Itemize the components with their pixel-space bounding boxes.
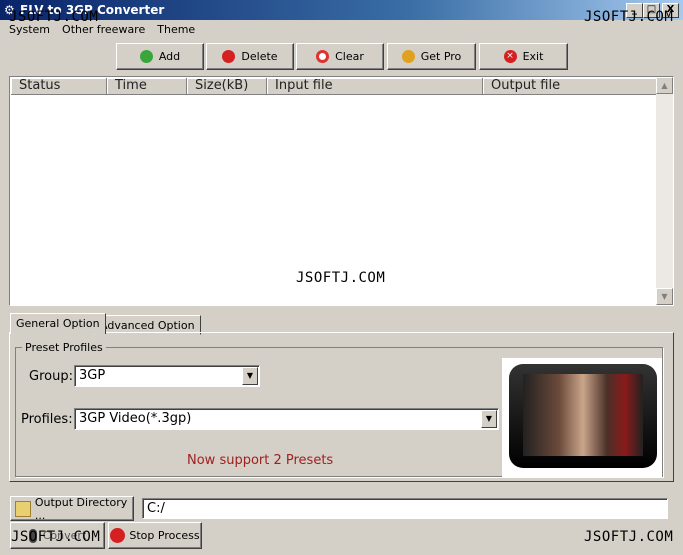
add-button[interactable]: Add xyxy=(116,43,204,70)
file-list[interactable]: Status Time Size(kB) Input file Output f… xyxy=(9,76,674,306)
clear-icon xyxy=(316,50,330,63)
group-title: Preset Profiles xyxy=(22,341,106,354)
chevron-down-icon[interactable]: ▼ xyxy=(242,367,258,385)
exit-button[interactable]: × Exit xyxy=(479,43,568,70)
profiles-label: Profiles: xyxy=(21,412,73,427)
tab-general-option[interactable]: General Option xyxy=(10,313,106,334)
add-icon xyxy=(139,50,153,63)
delete-icon xyxy=(222,50,236,63)
column-time[interactable]: Time xyxy=(107,78,187,95)
watermark: JSOFTJ.COM xyxy=(11,529,101,545)
scroll-up-icon[interactable]: ▲ xyxy=(656,77,673,94)
stop-process-button[interactable]: Stop Process xyxy=(108,522,202,549)
scroll-down-icon[interactable]: ▼ xyxy=(656,288,673,305)
watermark: JSOFTJ.COM xyxy=(584,529,674,545)
profiles-select[interactable]: 3GP Video(*.3gp) ▼ xyxy=(74,408,499,430)
output-directory-button[interactable]: Output Directory ... xyxy=(10,496,134,522)
stop-icon xyxy=(110,528,126,543)
menu-bar: System Other freeware Theme xyxy=(9,23,207,36)
column-input-file[interactable]: Input file xyxy=(267,78,483,95)
title-bar: ⚙ FLV to 3GP Converter _ □ X xyxy=(0,0,683,20)
chevron-down-icon[interactable]: ▼ xyxy=(481,410,497,428)
watermark: JSOFTJ.COM xyxy=(296,270,386,286)
menu-system[interactable]: System xyxy=(9,23,50,36)
menu-other-freeware[interactable]: Other freeware xyxy=(62,23,145,36)
column-size[interactable]: Size(kB) xyxy=(187,78,267,95)
group-label: Group: xyxy=(29,369,73,384)
column-output-file[interactable]: Output file xyxy=(483,78,657,95)
exit-icon: × xyxy=(503,50,517,63)
output-path-input[interactable]: C:/ xyxy=(142,498,668,519)
watermark: JSOFTJ.COM xyxy=(584,9,674,25)
presets-notice: Now support 2 Presets xyxy=(187,453,334,468)
get-pro-button[interactable]: Get Pro xyxy=(387,43,476,70)
folder-icon xyxy=(15,500,31,517)
group-select[interactable]: 3GP ▼ xyxy=(74,365,260,387)
delete-button[interactable]: Delete xyxy=(206,43,294,70)
device-image xyxy=(502,358,662,477)
menu-theme[interactable]: Theme xyxy=(157,23,195,36)
clear-button[interactable]: Clear xyxy=(296,43,384,70)
vertical-scrollbar[interactable]: ▲ ▼ xyxy=(656,77,673,305)
smiley-icon xyxy=(401,50,415,63)
column-status[interactable]: Status xyxy=(11,78,107,95)
